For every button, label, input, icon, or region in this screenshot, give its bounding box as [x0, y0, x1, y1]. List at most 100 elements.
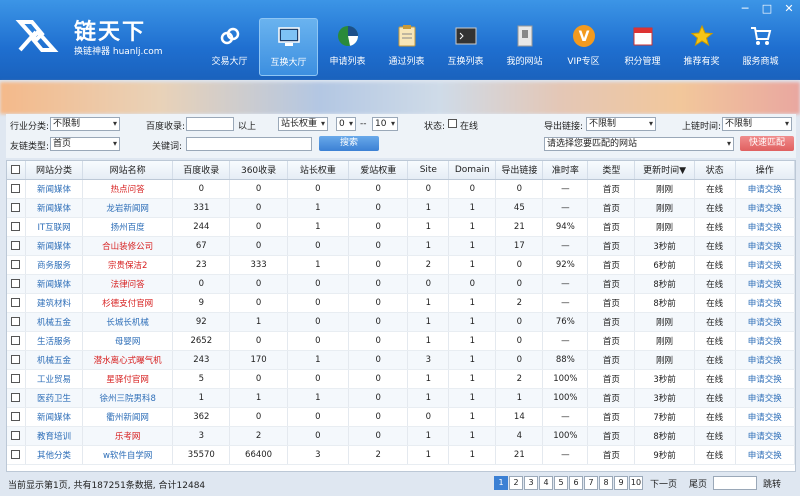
- table-row[interactable]: 工业贸易 星驿付官网 5 0 0 0 1 1 2 100% 首页 3秒前 在线 申请交换: [7, 369, 796, 389]
- row-checkbox[interactable]: [11, 183, 21, 193]
- row-site-name[interactable]: 扬州百度: [82, 217, 174, 237]
- page-button-3[interactable]: 3: [524, 476, 538, 490]
- row-site-name[interactable]: w软件自学网: [82, 445, 174, 465]
- row-apply-link[interactable]: 申请交换: [735, 407, 796, 427]
- row-category[interactable]: 教育培训: [25, 426, 84, 446]
- header-baidu[interactable]: 百度收录: [172, 161, 231, 180]
- header-site[interactable]: Site: [407, 161, 450, 180]
- table-row[interactable]: 机械五金 长城长机械 92 1 0 0 1 1 0 76% 首页 刚刚 在线 申请交换: [7, 312, 796, 332]
- row-category[interactable]: 新闻媒体: [25, 407, 84, 427]
- header-rate[interactable]: 准时率: [542, 161, 589, 180]
- row-checkbox[interactable]: [11, 202, 21, 212]
- export-select[interactable]: 不限制: [586, 117, 656, 131]
- row-checkbox[interactable]: [11, 335, 21, 345]
- row-apply-link[interactable]: 申请交换: [735, 369, 796, 389]
- row-checkbox[interactable]: [11, 297, 21, 307]
- row-site-name[interactable]: 星驿付官网: [82, 369, 174, 389]
- table-row[interactable]: 新闻媒体 法律问答 0 0 0 0 0 0 0— 首页 8秒前 在线 申请交换: [7, 274, 796, 294]
- nav-referral[interactable]: 推荐有奖: [672, 18, 731, 76]
- time-select[interactable]: 不限制: [722, 117, 792, 131]
- nav-trade-hall[interactable]: 交易大厅: [200, 18, 259, 76]
- header-select-all[interactable]: [7, 161, 26, 180]
- row-apply-link[interactable]: 申请交换: [735, 236, 796, 256]
- row-checkbox[interactable]: [11, 240, 21, 250]
- row-category[interactable]: 建筑材料: [25, 293, 84, 313]
- table-row[interactable]: IT互联网 扬州百度 244 0 1 0 1 1 21 94% 首页 刚刚 在线 申请交换: [7, 217, 796, 237]
- row-checkbox[interactable]: [11, 278, 21, 288]
- row-category[interactable]: IT互联网: [25, 217, 84, 237]
- row-category[interactable]: 医药卫生: [25, 388, 84, 408]
- row-site-name[interactable]: 衢州新闻网: [82, 407, 174, 427]
- row-apply-link[interactable]: 申请交换: [735, 331, 796, 351]
- page-button-10[interactable]: 10: [629, 476, 643, 490]
- row-apply-link[interactable]: 申请交换: [735, 198, 796, 218]
- page-jump-input[interactable]: [713, 476, 758, 490]
- table-row[interactable]: 建筑材料 杉德支付官网 9 0 0 0 1 1 2— 首页 8秒前 在线 申请交换: [7, 293, 796, 313]
- select-all-checkbox[interactable]: [11, 164, 21, 174]
- row-checkbox-cell[interactable]: [7, 179, 26, 199]
- row-checkbox[interactable]: [11, 259, 21, 269]
- link-type-select[interactable]: 首页: [50, 137, 120, 151]
- table-row[interactable]: 新闻媒体 衢州新闻网 362 0 0 0 0 1 14— 首页 7秒前 在线 申请交换: [7, 407, 796, 427]
- row-checkbox[interactable]: [11, 221, 21, 231]
- row-category[interactable]: 生活服务: [25, 331, 84, 351]
- row-checkbox-cell[interactable]: [7, 198, 26, 218]
- nav-exchange-hall[interactable]: 互换大厅: [259, 18, 318, 76]
- row-site-name[interactable]: 潜水离心式曝气机: [82, 350, 174, 370]
- page-button-4[interactable]: 4: [539, 476, 553, 490]
- row-category[interactable]: 工业贸易: [25, 369, 84, 389]
- weight-from-stepper[interactable]: 0: [336, 117, 356, 131]
- row-checkbox-cell[interactable]: [7, 350, 26, 370]
- row-category[interactable]: 新闻媒体: [25, 236, 84, 256]
- page-button-7[interactable]: 7: [584, 476, 598, 490]
- row-apply-link[interactable]: 申请交换: [735, 445, 796, 465]
- row-apply-link[interactable]: 申请交换: [735, 217, 796, 237]
- row-apply-link[interactable]: 申请交换: [735, 274, 796, 294]
- page-button-8[interactable]: 8: [599, 476, 613, 490]
- row-checkbox-cell[interactable]: [7, 369, 26, 389]
- row-checkbox[interactable]: [11, 354, 21, 364]
- table-row[interactable]: 生活服务 母婴网 2652 0 0 0 1 1 0— 首页 刚刚 在线 申请交换: [7, 331, 796, 351]
- header-domain[interactable]: Domain: [448, 161, 497, 180]
- page-button-5[interactable]: 5: [554, 476, 568, 490]
- row-site-name[interactable]: 法律问答: [82, 274, 174, 294]
- row-checkbox[interactable]: [11, 411, 21, 421]
- row-checkbox[interactable]: [11, 316, 21, 326]
- row-apply-link[interactable]: 申请交换: [735, 312, 796, 332]
- row-apply-link[interactable]: 申请交换: [735, 179, 796, 199]
- row-checkbox-cell[interactable]: [7, 312, 26, 332]
- weight-to-stepper[interactable]: 10: [372, 117, 398, 131]
- table-row[interactable]: 新闻媒体 龙岩新闻网 331 0 1 0 1 1 45— 首页 刚刚 在线 申请交换: [7, 198, 796, 218]
- table-row[interactable]: 医药卫生 徐州三院男科8 1 1 1 0 1 1 1 100% 首页 3秒前 在线 申请交换: [7, 388, 796, 408]
- row-category[interactable]: 商务服务: [25, 255, 84, 275]
- row-site-name[interactable]: 合山装修公司: [82, 236, 174, 256]
- header-az-weight[interactable]: 爱站权重: [348, 161, 409, 180]
- row-category[interactable]: 机械五金: [25, 312, 84, 332]
- row-site-name[interactable]: 杉德支付官网: [82, 293, 174, 313]
- row-site-name[interactable]: 徐州三院男科8: [82, 388, 174, 408]
- industry-select[interactable]: 不限制: [50, 117, 120, 131]
- header-zz-weight[interactable]: 站长权重: [287, 161, 350, 180]
- row-site-name[interactable]: 宗贵保洁2: [82, 255, 174, 275]
- row-category[interactable]: 新闻媒体: [25, 198, 84, 218]
- nav-points[interactable]: 积分管理: [613, 18, 672, 76]
- row-site-name[interactable]: 龙岩新闻网: [82, 198, 174, 218]
- row-checkbox-cell[interactable]: [7, 426, 26, 446]
- header-export[interactable]: 导出链接: [495, 161, 544, 180]
- row-apply-link[interactable]: 申请交换: [735, 255, 796, 275]
- row-checkbox-cell[interactable]: [7, 236, 26, 256]
- table-row[interactable]: 新闻媒体 合山装修公司 67 0 0 0 1 1 17— 首页 3秒前 在线 申请交换: [7, 236, 796, 256]
- nav-service-mall[interactable]: 服务商城: [731, 18, 790, 76]
- row-checkbox-cell[interactable]: [7, 293, 26, 313]
- row-checkbox-cell[interactable]: [7, 407, 26, 427]
- table-row[interactable]: 其他分类 w软件自学网 35570 66400 3 2 1 1 21— 首页 9秒前 在线 申请交换: [7, 445, 796, 465]
- row-checkbox-cell[interactable]: [7, 445, 26, 465]
- close-button[interactable]: ✕: [778, 0, 800, 18]
- minimize-button[interactable]: ─: [734, 0, 756, 18]
- page-button-2[interactable]: 2: [509, 476, 523, 490]
- online-checkbox[interactable]: [448, 119, 457, 128]
- baidu-input[interactable]: [186, 117, 234, 131]
- nav-exchange-list[interactable]: 互换列表: [436, 18, 495, 76]
- maximize-button[interactable]: □: [756, 0, 778, 18]
- row-checkbox[interactable]: [11, 430, 21, 440]
